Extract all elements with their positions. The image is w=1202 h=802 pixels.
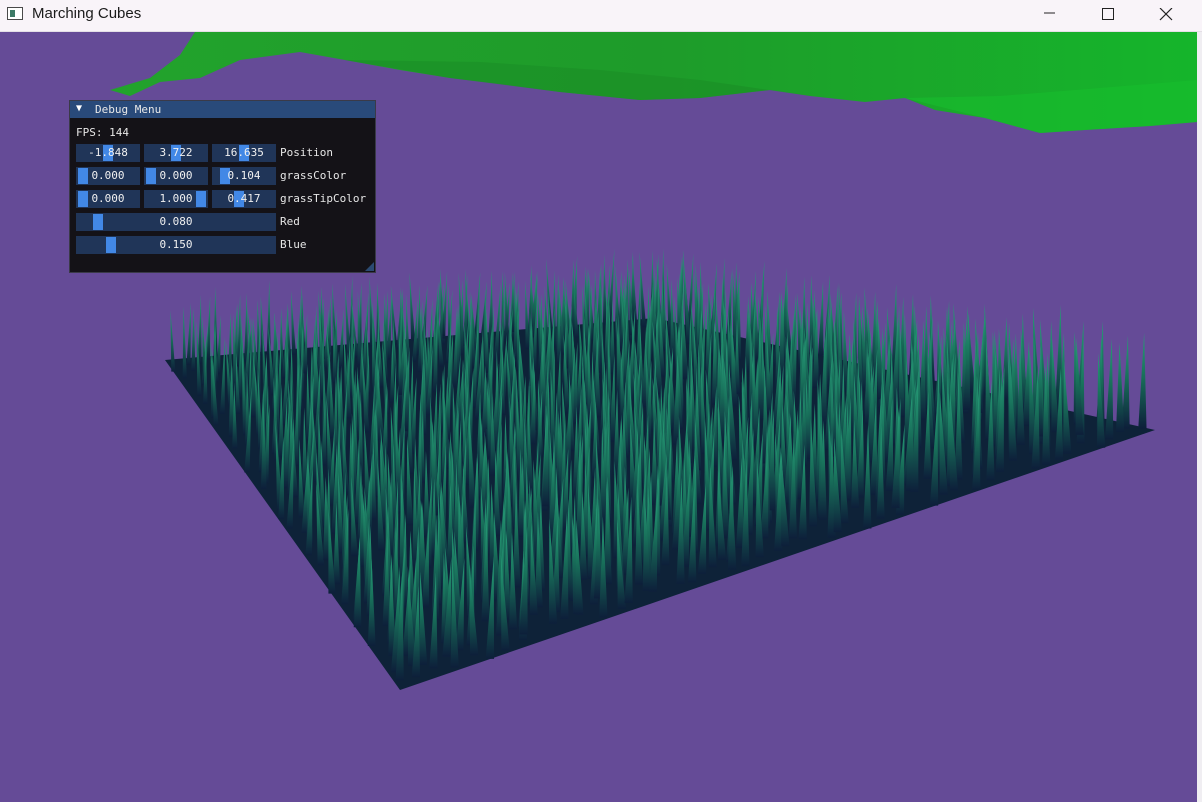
grasstipcolor-g-slider[interactable]: 1.000 xyxy=(144,190,208,208)
grasscolor-r-value: 0.000 xyxy=(91,169,125,182)
red-label: Red xyxy=(280,215,300,228)
position-x-value: -1.848 xyxy=(88,146,128,159)
grass-blade xyxy=(1105,338,1114,440)
title-bar: Marching Cubes xyxy=(0,0,1202,32)
blue-label: Blue xyxy=(280,238,307,251)
grass-blade xyxy=(191,308,196,372)
grass-blade xyxy=(670,279,676,362)
position-label: Position xyxy=(280,146,333,159)
close-icon xyxy=(1159,8,1173,21)
red-value: 0.080 xyxy=(159,215,193,228)
grass-blade xyxy=(409,272,416,341)
grasstipcolor-g-value: 1.000 xyxy=(159,192,193,205)
grass-blade xyxy=(186,302,191,366)
maximize-button[interactable] xyxy=(1079,0,1137,31)
grasscolor-r-slider[interactable]: 0.000 xyxy=(76,167,140,185)
grasscolor-b-value: 0.104 xyxy=(227,169,261,182)
debug-menu-header[interactable]: ▼ Debug Menu xyxy=(70,101,375,118)
minimize-icon xyxy=(1044,12,1055,14)
grass-blade xyxy=(290,290,297,355)
debug-menu-panel[interactable]: ▼ Debug Menu FPS: 144 -1.848 3.722 16.63… xyxy=(69,100,376,273)
position-z-drag[interactable]: 16.635 xyxy=(212,144,276,162)
blue-value: 0.150 xyxy=(159,238,193,251)
grass-field xyxy=(170,248,1147,681)
window-border xyxy=(1197,32,1202,802)
grasstipcolor-label: grassTipColor xyxy=(280,192,367,205)
grasscolor-b-slider[interactable]: 0.104 xyxy=(212,167,276,185)
grass-blade xyxy=(1063,360,1072,454)
position-x-drag[interactable]: -1.848 xyxy=(76,144,140,162)
grass-blade xyxy=(1138,332,1147,429)
grasstipcolor-b-value: 0.417 xyxy=(227,192,261,205)
grasscolor-g-value: 0.000 xyxy=(159,169,193,182)
red-slider[interactable]: 0.080 xyxy=(76,213,276,231)
position-z-value: 16.635 xyxy=(224,146,264,159)
position-y-drag[interactable]: 3.722 xyxy=(144,144,208,162)
grasscolor-label: grassColor xyxy=(280,169,347,182)
app-window-icon xyxy=(7,7,23,20)
grasscolor-g-slider[interactable]: 0.000 xyxy=(144,167,208,185)
grasstipcolor-r-slider[interactable]: 0.000 xyxy=(76,190,140,208)
grass-blade xyxy=(182,306,187,379)
grass-blade xyxy=(170,310,176,372)
blue-slider[interactable]: 0.150 xyxy=(76,236,276,254)
grass-blade xyxy=(1116,342,1125,433)
grass-blade xyxy=(817,281,824,356)
fps-readout: FPS: 144 xyxy=(76,126,129,139)
window-title: Marching Cubes xyxy=(32,5,142,22)
minimize-button[interactable] xyxy=(1021,0,1079,31)
debug-menu-title: Debug Menu xyxy=(95,103,162,116)
grasstipcolor-r-value: 0.000 xyxy=(91,192,125,205)
close-button[interactable] xyxy=(1137,0,1195,31)
resize-grip[interactable] xyxy=(365,262,374,271)
maximize-icon xyxy=(1102,8,1114,20)
triangle-down-icon[interactable]: ▼ xyxy=(76,103,82,114)
grasstipcolor-b-slider[interactable]: 0.417 xyxy=(212,190,276,208)
grass-blade xyxy=(266,280,271,355)
position-y-value: 3.722 xyxy=(159,146,193,159)
